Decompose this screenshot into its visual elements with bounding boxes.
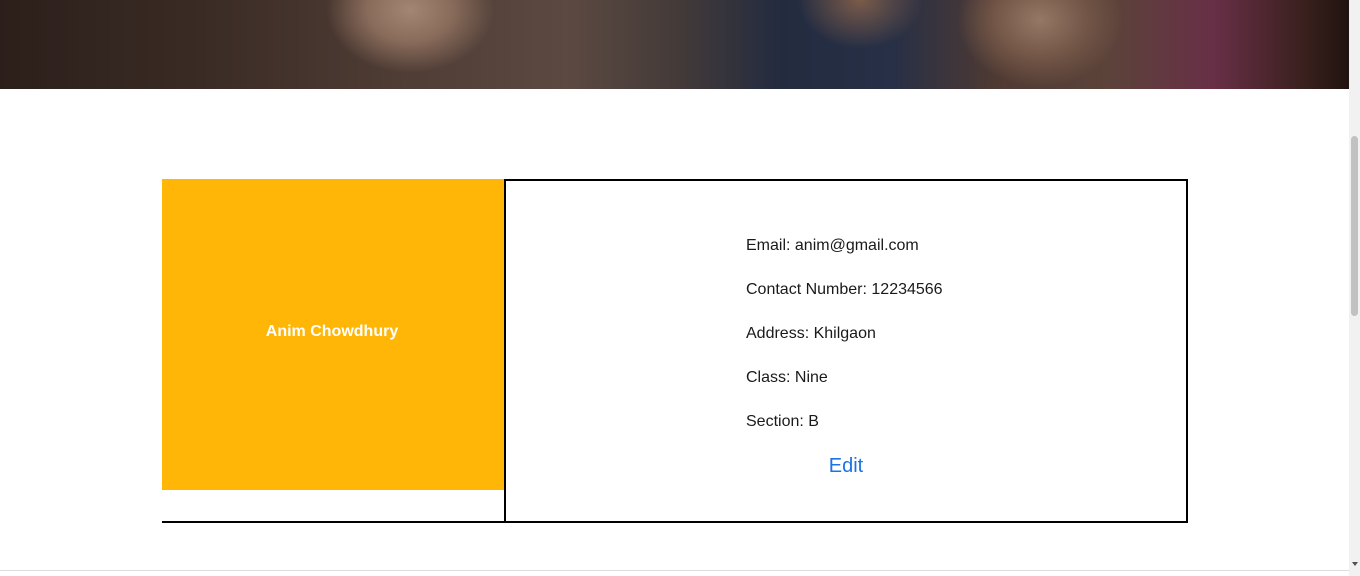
address-row: Address: Khilgaon [746,322,943,366]
scroll-down-arrow-icon[interactable] [1352,562,1358,566]
details-panel: Email: anim@gmail.com Contact Number: 12… [504,179,1188,523]
contact-row: Contact Number: 12234566 [746,278,943,322]
info-list: Email: anim@gmail.com Contact Number: 12… [746,234,943,454]
divider [162,521,506,523]
student-name: Anim Chowdhury [265,322,399,340]
contact-label: Contact Number: [746,281,872,298]
section-row: Section: B [746,410,943,454]
section-label: Section: [746,413,809,430]
edit-link[interactable]: Edit [506,455,1186,478]
class-row: Class: Nine [746,366,943,410]
class-label: Class: [746,369,795,386]
contact-value: 12234566 [871,281,943,298]
section-value: B [808,413,819,430]
address-value: Khilgaon [813,325,876,342]
hero-banner-image [0,0,1349,89]
scrollbar-thumb[interactable] [1351,136,1358,316]
page-bottom-border [0,570,1349,571]
address-label: Address: [746,325,814,342]
vertical-scrollbar[interactable] [1349,0,1360,576]
student-profile-card: Anim Chowdhury Email: anim@gmail.com Con… [162,179,1188,524]
email-value: anim@gmail.com [794,237,919,254]
name-panel: Anim Chowdhury [162,179,504,490]
email-row: Email: anim@gmail.com [746,234,943,278]
email-label: Email: [746,237,795,254]
class-value: Nine [794,369,828,386]
